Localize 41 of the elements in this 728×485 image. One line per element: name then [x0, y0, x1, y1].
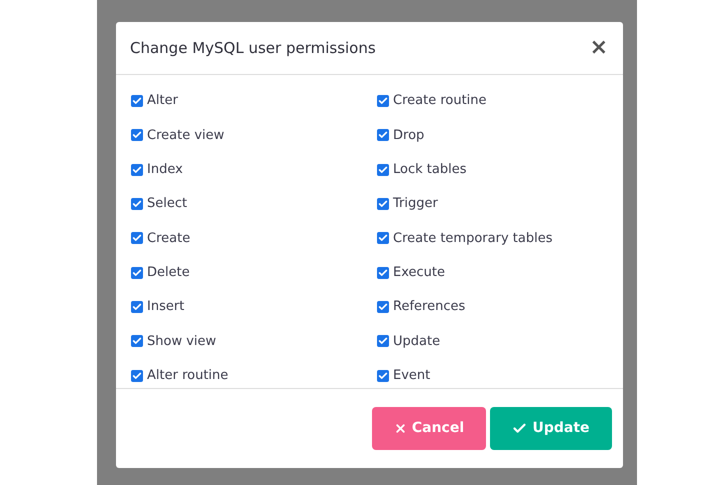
checkbox[interactable]	[377, 95, 389, 107]
permission-label: Create temporary tables	[393, 230, 552, 248]
permission-label: Trigger	[393, 195, 438, 214]
permission-label: Delete	[147, 264, 190, 282]
checkbox[interactable]	[131, 370, 143, 382]
checkbox[interactable]	[131, 335, 143, 348]
update-button[interactable]: Update	[490, 407, 612, 450]
checkbox[interactable]	[131, 198, 143, 210]
permission-label: Event	[393, 366, 430, 385]
permission-label: Drop	[393, 126, 424, 145]
checkbox[interactable]	[377, 164, 389, 176]
checkbox[interactable]	[377, 370, 389, 382]
checkbox[interactable]	[377, 266, 389, 279]
checkbox[interactable]	[131, 266, 143, 279]
checkbox[interactable]	[131, 129, 143, 142]
checkbox[interactable]	[377, 335, 389, 348]
permission-label: Create view	[147, 126, 224, 145]
permission-label: Create routine	[393, 92, 487, 110]
checkbox[interactable]	[131, 232, 143, 244]
permission-label: Alter routine	[147, 366, 228, 385]
checkbox[interactable]	[377, 198, 389, 210]
permission-label: Select	[147, 195, 188, 214]
permission-label: Update	[393, 332, 440, 351]
checkbox[interactable]	[377, 129, 389, 142]
dialog-title: Change MySQL user permissions	[130, 38, 376, 59]
permission-label: Show view	[147, 332, 216, 351]
checkbox[interactable]	[131, 95, 143, 107]
permission-label: Lock tables	[393, 160, 466, 179]
checkbox[interactable]	[377, 232, 389, 244]
permission-label: Execute	[393, 264, 445, 282]
checkbox[interactable]	[377, 300, 389, 313]
permission-label: Insert	[147, 298, 184, 316]
close-icon	[394, 422, 407, 435]
permission-label: Alter	[147, 92, 178, 110]
permission-label: Create	[147, 230, 190, 248]
checkbox[interactable]	[131, 164, 143, 176]
checkbox[interactable]	[131, 300, 143, 313]
close-button[interactable]: ×	[590, 37, 609, 59]
permission-label: References	[393, 298, 466, 316]
permission-label: Index	[147, 160, 183, 179]
cancel-button[interactable]: Cancel	[372, 407, 486, 450]
